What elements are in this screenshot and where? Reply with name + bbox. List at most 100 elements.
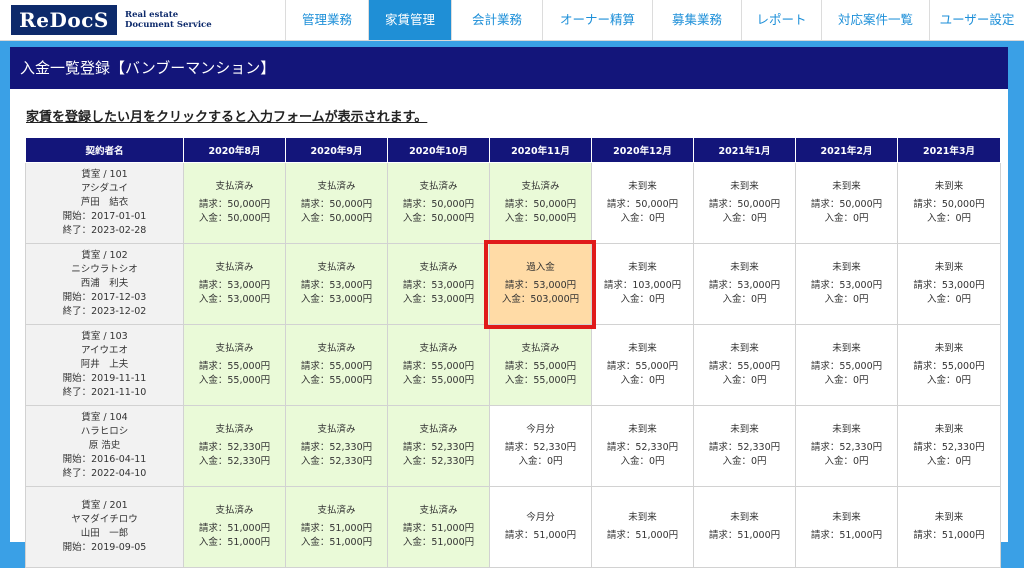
payment-status: 未到来 bbox=[934, 262, 964, 273]
month-cell[interactable]: 支払済み 請求：55,000円 入金：55,000円 bbox=[183, 324, 286, 406]
nav-tab-7[interactable]: ユーザー設定 bbox=[929, 0, 1024, 40]
contractor-room: 賃室 / 103 bbox=[81, 331, 128, 342]
month-cell[interactable]: 支払済み 請求：51,000円 入金：51,000円 bbox=[285, 486, 388, 568]
received-amount: 入金：52,330円 bbox=[300, 456, 373, 467]
month-cell[interactable]: 未到来 請求：52,330円 入金：0円 bbox=[591, 405, 694, 487]
payment-status: 未到来 bbox=[934, 181, 964, 192]
month-cell[interactable]: 未到来 請求：50,000円 入金：0円 bbox=[693, 162, 796, 244]
rent-table: 契約者名 2020年8月 2020年9月 2020年10月 2020年11月 2020年1… bbox=[25, 137, 1001, 568]
payment-status: 未到来 bbox=[628, 343, 657, 354]
logo-subtitle-line2: Document Service bbox=[125, 20, 212, 30]
payment-status: 支払済み bbox=[419, 262, 458, 273]
month-cell[interactable]: 未到来 請求：52,330円 入金：0円 bbox=[693, 405, 796, 487]
month-cell[interactable]: 未到来 請求：52,330円 入金：0円 bbox=[795, 405, 898, 487]
month-cell[interactable]: 未到来 請求：52,330円 入金：0円 bbox=[897, 405, 1001, 487]
month-cell[interactable]: 未到来 請求：50,000円 入金：0円 bbox=[897, 162, 1001, 244]
payment-status: 支払済み bbox=[215, 424, 254, 435]
month-cell[interactable]: 未到来 請求：50,000円 入金：0円 bbox=[591, 162, 694, 244]
payment-status: 未到来 bbox=[730, 181, 759, 192]
received-amount: 入金：52,330円 bbox=[198, 456, 271, 467]
table-row: 賃室 / 201 ヤマダイチロウ 山田 一郎 開始：2019-09-05 支払済み 請求：… bbox=[25, 486, 1001, 568]
received-amount: 入金：53,000円 bbox=[300, 294, 373, 305]
payment-status: 未到来 bbox=[934, 512, 964, 523]
month-cell[interactable]: 支払済み 請求：52,330円 入金：52,330円 bbox=[183, 405, 286, 487]
payment-status: 支払済み bbox=[521, 343, 560, 354]
month-cell[interactable]: 支払済み 請求：50,000円 入金：50,000円 bbox=[489, 162, 592, 244]
received-amount: 入金：0円 bbox=[824, 375, 869, 386]
month-cell[interactable]: 支払済み 請求：50,000円 入金：50,000円 bbox=[285, 162, 388, 244]
nav-tab-4[interactable]: 募集業務 bbox=[652, 0, 741, 40]
main-nav: 管理業務 家賃管理 会計業務 オーナー精算 募集業務 レポート 対応案件一覧 ユーザー設定 bbox=[285, 0, 1024, 40]
billed-amount: 請求：51,000円 bbox=[810, 530, 883, 541]
contractor-start: 開始：2016-04-11 bbox=[62, 454, 147, 465]
month-cell[interactable]: 未到来 請求：103,000円 入金：0円 bbox=[591, 243, 694, 325]
month-cell[interactable]: 今月分 請求：51,000円 bbox=[489, 486, 592, 568]
contractor-end: 終了：2021-11-10 bbox=[62, 387, 147, 398]
redocs-logo[interactable]: ReDocS Real estate Document Service bbox=[11, 5, 212, 35]
payment-status: 支払済み bbox=[521, 181, 560, 192]
month-cell[interactable]: 未到来 請求：55,000円 入金：0円 bbox=[795, 324, 898, 406]
month-cell[interactable]: 支払済み 請求：55,000円 入金：55,000円 bbox=[285, 324, 388, 406]
month-cell[interactable]: 未到来 請求：53,000円 入金：0円 bbox=[693, 243, 796, 325]
received-amount: 入金：0円 bbox=[620, 213, 665, 224]
payment-status: 過入金 bbox=[526, 262, 555, 273]
payment-status: 未到来 bbox=[832, 424, 861, 435]
nav-tab-2[interactable]: 会計業務 bbox=[451, 0, 542, 40]
billed-amount: 請求：53,000円 bbox=[810, 280, 883, 291]
month-cell[interactable]: 支払済み 請求：55,000円 入金：55,000円 bbox=[387, 324, 490, 406]
contractor-kana: ハラヒロシ bbox=[80, 426, 129, 437]
received-amount: 入金：0円 bbox=[722, 213, 767, 224]
nav-tab-5[interactable]: レポート bbox=[741, 0, 821, 40]
received-amount: 入金：55,000円 bbox=[402, 375, 475, 386]
month-cell[interactable]: 支払済み 請求：53,000円 入金：53,000円 bbox=[183, 243, 286, 325]
contractor-name: 山田 一郎 bbox=[80, 528, 129, 539]
month-cell[interactable]: 未到来 請求：51,000円 bbox=[591, 486, 694, 568]
month-cell[interactable]: 未到来 請求：51,000円 bbox=[693, 486, 796, 568]
payment-status: 支払済み bbox=[419, 424, 458, 435]
month-cell[interactable]: 未到来 請求：55,000円 入金：0円 bbox=[693, 324, 796, 406]
instruction-text: 家賃を登録したい月をクリックすると入力フォームが表示されます。 bbox=[26, 110, 428, 125]
received-amount: 入金：52,330円 bbox=[402, 456, 475, 467]
month-cell[interactable]: 未到来 請求：53,000円 入金：0円 bbox=[897, 243, 1001, 325]
header-month: 2020年12月 bbox=[591, 137, 694, 163]
month-cell[interactable]: 支払済み 請求：50,000円 入金：50,000円 bbox=[387, 162, 490, 244]
month-cell[interactable]: 支払済み 請求：51,000円 入金：51,000円 bbox=[387, 486, 490, 568]
contractor-kana: アシダユイ bbox=[80, 183, 129, 194]
header-contractor: 契約者名 bbox=[25, 137, 184, 163]
nav-tab-6[interactable]: 対応案件一覧 bbox=[821, 0, 929, 40]
received-amount: 入金：0円 bbox=[926, 375, 972, 386]
table-row: 賃室 / 104 ハラヒロシ原 浩史 開始：2016-04-11 終了：2022-04… bbox=[25, 405, 1001, 487]
month-cell[interactable]: 支払済み 請求：50,000円 入金：50,000円 bbox=[183, 162, 286, 244]
table-row: 賃室 / 101 アシダユイ 芦田 結衣 開始：2017-01-01 終了：2023-0… bbox=[25, 162, 1001, 244]
month-cell[interactable]: 支払済み 請求：55,000円 入金：55,000円 bbox=[489, 324, 592, 406]
month-cell[interactable]: 支払済み 請求：53,000円 入金：53,000円 bbox=[387, 243, 490, 325]
nav-tab-1[interactable]: 家賃管理 bbox=[368, 0, 451, 40]
billed-amount: 請求：53,000円 bbox=[913, 280, 985, 291]
contractor-name: 西浦 利夫 bbox=[80, 278, 129, 289]
contractor-room: 賃室 / 104 bbox=[81, 412, 128, 423]
month-cell[interactable]: 支払済み 請求：52,330円 入金：52,330円 bbox=[387, 405, 490, 487]
month-cell[interactable]: 未到来 請求：55,000円 入金：0円 bbox=[897, 324, 1001, 406]
month-cell[interactable]: 支払済み 請求：51,000円 入金：51,000円 bbox=[183, 486, 286, 568]
month-cell[interactable]: 未到来 請求：55,000円 入金：0円 bbox=[591, 324, 694, 406]
nav-tab-0[interactable]: 管理業務 bbox=[285, 0, 368, 40]
billed-amount: 請求：50,000円 bbox=[504, 199, 577, 210]
logo-mark: ReDocS bbox=[11, 5, 117, 35]
payment-status: 支払済み bbox=[419, 505, 458, 516]
month-cell[interactable]: 未到来 請求：50,000円 入金：0円 bbox=[795, 162, 898, 244]
month-cell[interactable]: 支払済み 請求：52,330円 入金：52,330円 bbox=[285, 405, 388, 487]
payment-status: 支払済み bbox=[317, 262, 356, 273]
header-month: 2020年8月 bbox=[183, 137, 286, 163]
month-cell[interactable]: 今月分 請求：52,330円 入金：0円 bbox=[489, 405, 592, 487]
month-cell[interactable]: 未到来 請求：53,000円 入金：0円 bbox=[795, 243, 898, 325]
contractor-kana: ヤマダイチロウ bbox=[71, 514, 138, 525]
payment-status: 支払済み bbox=[419, 343, 458, 354]
nav-tab-3[interactable]: オーナー精算 bbox=[542, 0, 652, 40]
month-cell[interactable]: 過入金 請求：53,000円 入金：503,000円 bbox=[489, 243, 592, 325]
contractor-start: 開始：2019-09-05 bbox=[62, 542, 147, 553]
received-amount: 入金：0円 bbox=[620, 375, 665, 386]
table-header-row: 契約者名 2020年8月 2020年9月 2020年10月 2020年11月 2020年1… bbox=[25, 137, 1001, 163]
month-cell[interactable]: 未到来 請求：51,000円 bbox=[795, 486, 898, 568]
month-cell[interactable]: 支払済み 請求：53,000円 入金：53,000円 bbox=[285, 243, 388, 325]
month-cell[interactable]: 未到来 請求：51,000円 bbox=[897, 486, 1001, 568]
